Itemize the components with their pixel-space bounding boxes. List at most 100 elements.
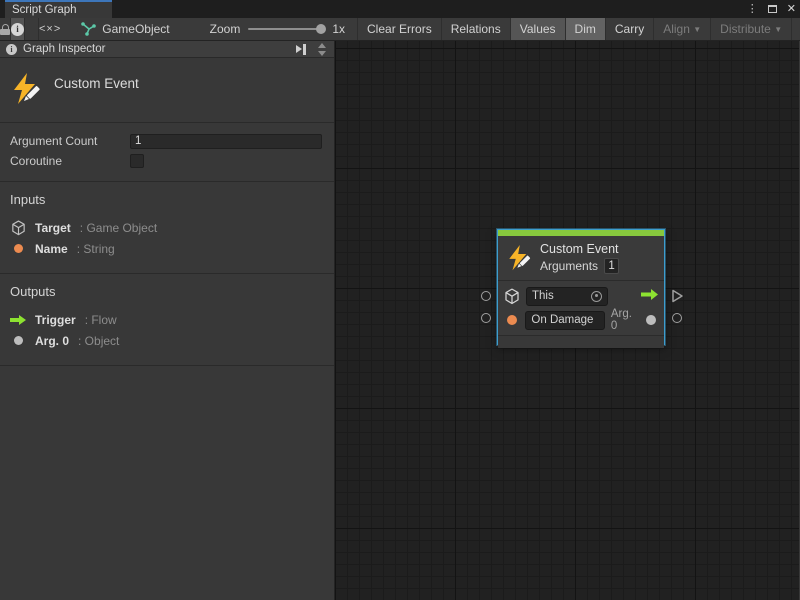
arg0-port-label: Arg. 0 (611, 308, 641, 332)
port-name: Trigger (35, 313, 76, 327)
graph-inspector-title: Graph Inspector (23, 43, 290, 55)
overview-button[interactable]: Overv (792, 18, 800, 40)
distribute-label: Distribute (720, 22, 771, 36)
panel-scroll-spinner[interactable] (318, 43, 328, 56)
node-output-port-arg0[interactable] (672, 313, 682, 323)
port-type: : Game Object (80, 221, 157, 235)
target-field[interactable]: This (526, 287, 608, 306)
chevron-down-icon: ▼ (693, 25, 701, 34)
graph-toolbar: i <×> GameObject Zoom 1x Clear Errors Re… (0, 18, 800, 41)
tab-bar: Script Graph ⋮ ✕ (0, 0, 800, 18)
distribute-button[interactable]: Distribute ▼ (711, 18, 792, 40)
tab-label: Script Graph (12, 4, 77, 16)
close-icon[interactable]: ✕ (787, 4, 796, 15)
carry-button[interactable]: Carry (606, 18, 654, 40)
argument-count-input[interactable] (130, 134, 322, 149)
outputs-title: Outputs (10, 284, 324, 299)
maximize-icon[interactable] (768, 5, 777, 13)
zoom-label: Zoom (210, 22, 241, 36)
lock-icon (0, 24, 10, 35)
scroll-down-icon[interactable] (318, 51, 326, 56)
node-title: Custom Event (540, 242, 619, 256)
port-type: : Object (78, 334, 119, 348)
dim-button[interactable]: Dim (566, 18, 606, 40)
node-input-port-target[interactable] (481, 291, 491, 301)
argument-count-label: Argument Count (10, 134, 130, 148)
graph-inspector-panel: i Graph Inspector Custom Event Argument (0, 41, 335, 600)
info-icon: i (6, 44, 17, 55)
toolbar-spacer (25, 18, 39, 40)
argument-count-row: Argument Count (10, 131, 322, 151)
port-name: Arg. 0 (35, 334, 69, 348)
carry-label: Carry (615, 22, 644, 36)
flow-arrow-icon (10, 315, 26, 325)
edit-graph-button[interactable]: <×> (39, 18, 61, 40)
node-ports: This On Damage Arg. 0 (498, 281, 664, 335)
gameobject-cube-icon (10, 220, 26, 236)
zoom-slider[interactable] (248, 28, 324, 30)
clear-errors-button[interactable]: Clear Errors (358, 18, 442, 40)
script-graph-window: Script Graph ⋮ ✕ i <×> GameObjec (0, 0, 800, 600)
zoom-control: Zoom 1x (184, 18, 358, 40)
values-button[interactable]: Values (511, 18, 566, 40)
align-label: Align (663, 22, 690, 36)
event-name-field[interactable]: On Damage (525, 311, 604, 330)
chevron-down-icon: ▼ (774, 25, 782, 34)
coroutine-checkbox[interactable] (130, 154, 144, 168)
port-name: Name (35, 242, 68, 256)
unit-title: Custom Event (54, 72, 139, 91)
inspector-toggle-button[interactable]: i (11, 18, 25, 40)
window-menu-icon[interactable]: ⋮ (747, 4, 758, 15)
custom-event-icon (506, 244, 532, 272)
relations-button[interactable]: Relations (442, 18, 511, 40)
custom-event-node[interactable]: Custom Event Arguments 1 This (497, 229, 665, 345)
node-output-port-trigger[interactable] (671, 289, 684, 303)
graph-inspector-header: i Graph Inspector (0, 41, 334, 58)
tab-script-graph[interactable]: Script Graph (5, 0, 112, 18)
object-port-icon (10, 336, 26, 345)
dim-label: Dim (575, 22, 596, 36)
port-type: : Flow (85, 313, 117, 327)
unit-header: Custom Event (0, 58, 334, 123)
graph-canvas[interactable]: Custom Event Arguments 1 This (335, 41, 799, 600)
node-input-port-name[interactable] (481, 313, 491, 323)
inputs-title: Inputs (10, 192, 324, 207)
values-label: Values (520, 22, 556, 36)
lock-button[interactable] (0, 18, 11, 40)
relations-label: Relations (451, 22, 501, 36)
arguments-label: Arguments (540, 259, 598, 273)
arguments-count-field[interactable]: 1 (604, 258, 619, 274)
node-row-name: On Damage Arg. 0 (504, 308, 658, 332)
script-graph-icon (81, 22, 96, 36)
event-name-value: On Damage (531, 314, 593, 326)
coroutine-label: Coroutine (10, 154, 130, 168)
port-name: Target (35, 221, 71, 235)
port-type: : String (77, 242, 115, 256)
flow-arrow-icon (641, 289, 658, 303)
clear-errors-label: Clear Errors (367, 22, 432, 36)
align-button[interactable]: Align ▼ (654, 18, 711, 40)
graph-owner[interactable]: GameObject (61, 18, 183, 40)
code-icon: <×> (39, 23, 61, 35)
zoom-slider-handle[interactable] (316, 24, 326, 34)
gameobject-label: GameObject (102, 22, 169, 36)
zoom-value: 1x (332, 22, 345, 36)
node-arguments-row: Arguments 1 (540, 258, 619, 274)
dock-panel-icon[interactable] (296, 44, 306, 55)
info-icon: i (11, 23, 24, 36)
node-row-target: This (504, 284, 658, 308)
output-port-row: Arg. 0 : Object (10, 330, 324, 351)
node-footer (498, 335, 664, 348)
node-header-text: Custom Event Arguments 1 (540, 242, 619, 274)
coroutine-row: Coroutine (10, 151, 322, 171)
content-area: i Graph Inspector Custom Event Argument (0, 41, 800, 600)
object-picker-icon[interactable] (591, 291, 602, 302)
arg0-port-icon[interactable] (646, 315, 656, 325)
output-port-row: Trigger : Flow (10, 309, 324, 330)
inputs-section: Inputs Target : Game Object Name : Strin… (0, 182, 334, 274)
string-port-icon (504, 315, 519, 325)
outputs-section: Outputs Trigger : Flow Arg. 0 : Object (0, 274, 334, 366)
node-header[interactable]: Custom Event Arguments 1 (498, 236, 664, 281)
scroll-up-icon[interactable] (318, 43, 326, 48)
gameobject-cube-icon (504, 288, 520, 305)
